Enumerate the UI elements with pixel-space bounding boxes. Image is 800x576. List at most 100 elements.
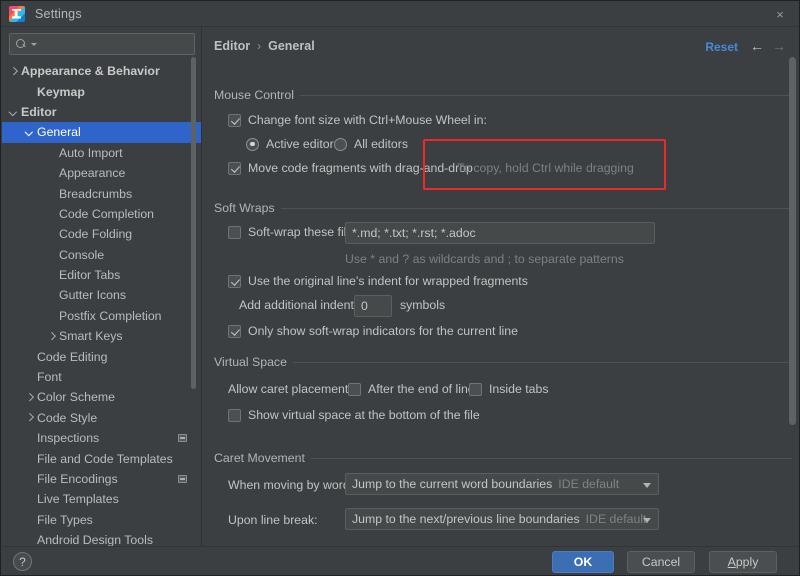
section-caret-movement: Caret Movement — [214, 450, 792, 466]
checkbox-show-virtual-space[interactable]: Show virtual space at the bottom of the … — [228, 408, 480, 422]
sidebar-item-auto-import[interactable]: Auto Import — [2, 143, 201, 163]
section-title-virtual-space: Virtual Space — [214, 354, 792, 370]
sidebar-item-code-editing[interactable]: Code Editing — [2, 346, 201, 366]
checkbox-show-virtual-space-box[interactable] — [228, 409, 241, 422]
section-title-mouse-control: Mouse Control — [214, 87, 792, 103]
apply-button[interactable]: Apply — [709, 551, 777, 573]
sidebar-item-appearance-behavior[interactable]: Appearance & Behavior — [2, 61, 201, 81]
sidebar-item-file-and-code-templates[interactable]: File and Code Templates — [2, 448, 201, 468]
radio-active-editor-dot[interactable] — [246, 138, 259, 151]
sidebar-item-editor-tabs[interactable]: Editor Tabs — [2, 265, 201, 285]
settings-tree[interactable]: Appearance & Behavior Keymap Editor General… — [2, 61, 201, 546]
sidebar-item-smart-keys[interactable]: Smart Keys — [2, 326, 201, 346]
chevron-down-icon[interactable] — [8, 106, 19, 117]
additional-indent-units: symbols — [400, 298, 445, 312]
main-scrollbar-thumb[interactable] — [789, 57, 796, 425]
checkbox-inside-tabs[interactable]: Inside tabs — [469, 382, 548, 396]
forward-arrow-icon[interactable]: → — [772, 38, 786, 54]
cancel-button[interactable]: Cancel — [627, 551, 695, 573]
sidebar-item-label: Android Design Tools — [37, 533, 153, 546]
checkbox-drag-and-drop-box[interactable] — [228, 162, 241, 175]
soft-wrap-files-input[interactable]: *.md; *.txt; *.rst; *.adoc — [345, 222, 655, 244]
moving-by-words-label: When moving by words: — [228, 478, 359, 492]
chevron-down-icon[interactable] — [643, 518, 651, 523]
sidebar-item-label: Code Folding — [59, 227, 132, 241]
sidebar-item-console[interactable]: Console — [2, 245, 201, 265]
checkbox-only-current-line-label: Only show soft-wrap indicators for the c… — [248, 324, 518, 338]
moving-by-words-dropdown[interactable]: Jump to the current word boundaries IDE … — [345, 473, 659, 495]
sidebar-item-editor[interactable]: Editor — [2, 102, 201, 122]
search-field[interactable] — [9, 33, 195, 55]
sidebar-item-code-style[interactable]: Code Style — [2, 408, 201, 428]
tree-spacer — [24, 86, 35, 97]
sidebar-item-label: Auto Import — [59, 146, 123, 160]
chevron-right-icon[interactable] — [46, 331, 57, 342]
main-scrollbar[interactable] — [788, 63, 797, 533]
checkbox-after-end-of-line-box[interactable] — [348, 383, 361, 396]
ok-button[interactable]: OK — [552, 551, 614, 573]
checkbox-after-end-of-line-label: After the end of line — [368, 382, 475, 396]
chevron-down-icon[interactable] — [24, 127, 35, 138]
radio-active-editor[interactable]: Active editor — [246, 137, 334, 151]
checkbox-soft-wrap-files[interactable]: Soft-wrap these files: — [228, 225, 363, 239]
sidebar-item-keymap[interactable]: Keymap — [2, 81, 201, 101]
sidebar-item-breadcrumbs[interactable]: Breadcrumbs — [2, 183, 201, 203]
sidebar-item-color-scheme[interactable]: Color Scheme — [2, 387, 201, 407]
sidebar-item-live-templates[interactable]: Live Templates — [2, 489, 201, 509]
help-icon[interactable]: ? — [13, 552, 32, 571]
sidebar-item-gutter-icons[interactable]: Gutter Icons — [2, 285, 201, 305]
checkbox-only-current-line-box[interactable] — [228, 325, 241, 338]
drag-and-drop-hint: To copy, hold Ctrl while dragging — [457, 161, 634, 175]
sidebar-item-label: Editor — [21, 105, 57, 119]
checkbox-change-font-size-label: Change font size with Ctrl+Mouse Wheel i… — [248, 113, 487, 127]
divider — [281, 208, 792, 209]
sidebar-item-inspections[interactable]: Inspections — [2, 428, 201, 448]
checkbox-change-font-size[interactable]: Change font size with Ctrl+Mouse Wheel i… — [228, 113, 487, 127]
sidebar-item-file-encodings[interactable]: File Encodings — [2, 469, 201, 489]
tree-spacer — [46, 208, 57, 219]
checkbox-change-font-size-box[interactable] — [228, 114, 241, 127]
sidebar-item-label: Appearance & Behavior — [21, 64, 160, 78]
tree-spacer — [46, 147, 57, 158]
sidebar-item-android-design-tools[interactable]: Android Design Tools — [2, 530, 201, 546]
sidebar-item-font[interactable]: Font — [2, 367, 201, 387]
sidebar-item-file-types[interactable]: File Types — [2, 510, 201, 530]
reset-link[interactable]: Reset — [705, 40, 738, 54]
checkbox-soft-wrap-files-box[interactable] — [228, 226, 241, 239]
back-arrow-icon[interactable]: ← — [750, 38, 764, 54]
tree-spacer — [24, 535, 35, 546]
sidebar-item-postfix-completion[interactable]: Postfix Completion — [2, 306, 201, 326]
radio-all-editors-dot[interactable] — [334, 138, 347, 151]
chevron-right-icon[interactable] — [8, 66, 19, 77]
chevron-down-icon[interactable] — [31, 43, 37, 46]
sidebar-item-general[interactable]: General — [2, 122, 201, 142]
sidebar-item-label: Keymap — [37, 85, 85, 99]
sidebar-item-label: Breadcrumbs — [59, 187, 132, 201]
chevron-right-icon[interactable] — [24, 412, 35, 423]
checkbox-inside-tabs-box[interactable] — [469, 383, 482, 396]
sidebar-item-label: Code Style — [37, 411, 97, 425]
sidebar-item-code-completion[interactable]: Code Completion — [2, 204, 201, 224]
upon-line-break-dropdown[interactable]: Jump to the next/previous line boundarie… — [345, 508, 659, 530]
additional-indent-input[interactable]: 0 — [354, 295, 392, 317]
sidebar-item-code-folding[interactable]: Code Folding — [2, 224, 201, 244]
close-icon[interactable]: × — [767, 5, 793, 23]
chevron-right-icon[interactable] — [24, 392, 35, 403]
breadcrumb-root[interactable]: Editor — [214, 39, 250, 53]
checkbox-drag-and-drop[interactable]: Move code fragments with drag-and-drop — [228, 161, 473, 175]
sidebar-scrollbar-thumb[interactable] — [191, 57, 196, 389]
sidebar-scrollbar[interactable] — [190, 27, 197, 546]
radio-all-editors[interactable]: All editors — [334, 137, 408, 151]
checkbox-only-current-line[interactable]: Only show soft-wrap indicators for the c… — [228, 324, 518, 338]
chevron-down-icon[interactable] — [643, 483, 651, 488]
sidebar-item-appearance[interactable]: Appearance — [2, 163, 201, 183]
tree-spacer — [46, 270, 57, 281]
checkbox-after-end-of-line[interactable]: After the end of line — [348, 382, 475, 396]
sidebar-item-label: Inspections — [37, 431, 99, 445]
tree-spacer — [24, 474, 35, 485]
breadcrumb-current: General — [268, 39, 315, 53]
checkbox-original-indent-box[interactable] — [228, 275, 241, 288]
checkbox-original-indent[interactable]: Use the original line's indent for wrapp… — [228, 274, 528, 288]
intellij-idea-icon — [9, 6, 25, 22]
sidebar-item-label: Gutter Icons — [59, 288, 126, 302]
